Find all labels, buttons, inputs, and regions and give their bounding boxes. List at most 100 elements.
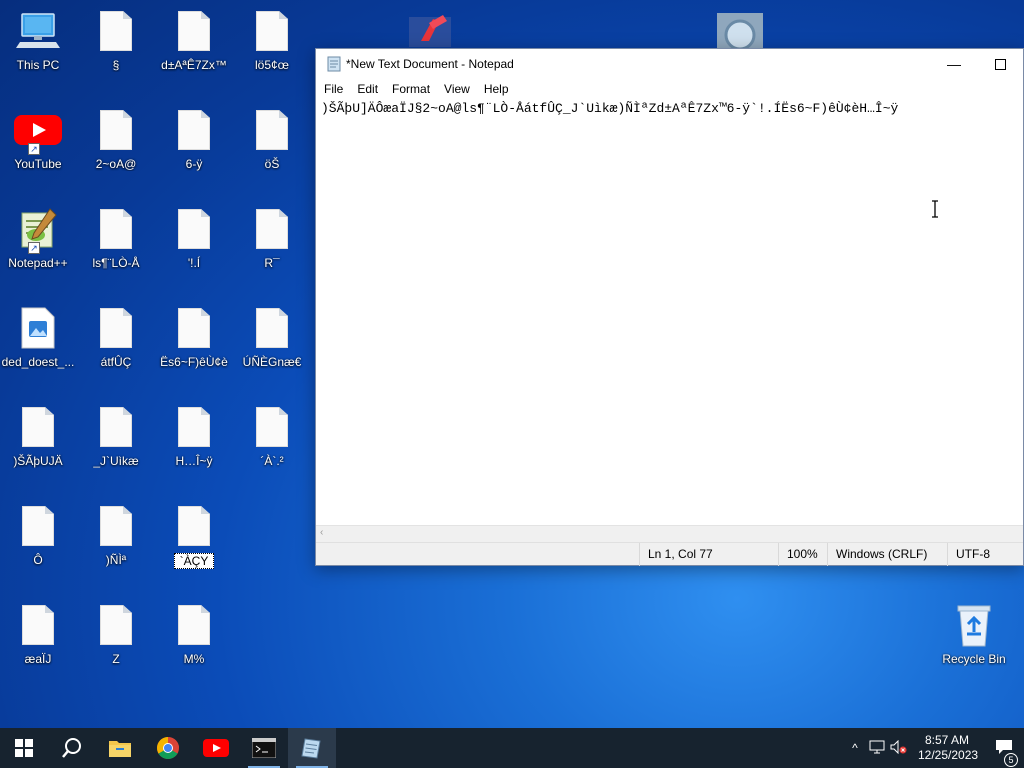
desktop-icon-notepad-plus-plus[interactable]: ↗ Notepad++	[0, 198, 76, 282]
desktop-icon-file-selected[interactable]: `ÀÇY	[156, 495, 232, 579]
shortcut-arrow-icon: ↗	[28, 143, 40, 155]
desktop-icon-file[interactable]: d±AªÊ7Zx™	[156, 0, 232, 84]
chevron-up-icon[interactable]: ^	[844, 741, 866, 755]
minimize-icon: —	[947, 56, 961, 72]
desktop-icon-file[interactable]: §	[78, 0, 154, 84]
terminal-button[interactable]	[240, 728, 288, 768]
desktop-icon-file[interactable]: 2~oA@	[78, 99, 154, 183]
file-icon	[14, 602, 62, 648]
file-explorer-button[interactable]	[96, 728, 144, 768]
menu-file[interactable]: File	[317, 82, 350, 96]
shortcut-arrow-icon: ↗	[28, 242, 40, 254]
desktop-icon-file[interactable]: Z	[78, 594, 154, 678]
desktop-icon-file[interactable]: R¯	[234, 198, 310, 282]
desktop-icon-file[interactable]: ´À`.²	[234, 396, 310, 480]
notepad-taskbar-button[interactable]	[288, 728, 336, 768]
icon-label: H…Î~ÿ	[175, 454, 213, 468]
search-button[interactable]	[48, 728, 96, 768]
start-button[interactable]	[0, 728, 48, 768]
desktop-icon-file[interactable]: _J`Uìkæ	[78, 396, 154, 480]
desktop-icon-this-pc[interactable]: This PC	[0, 0, 76, 84]
desktop-icon-file[interactable]: ÚÑÈGnæ€	[234, 297, 310, 381]
desktop-icon-file[interactable]: átfÛÇ	[78, 297, 154, 381]
icon-label: ´À`.²	[260, 454, 284, 468]
icon-label: )ŠÃþUJÄ	[13, 454, 63, 468]
icon-label: M%	[183, 652, 205, 666]
text-editor[interactable]: )ŠÃþU]ÄÔæaÏJ§2~oA@ls¶¨LÒ-ÅátfÛÇ_J`Uìkæ)Ñ…	[316, 99, 1023, 525]
notepad-icon	[326, 56, 342, 72]
maximize-icon	[994, 58, 1006, 70]
file-icon	[170, 404, 218, 450]
youtube-icon	[203, 739, 229, 757]
file-icon	[92, 8, 140, 54]
clock[interactable]: 8:57 AM 12/25/2023	[910, 733, 984, 763]
notepad-window[interactable]: *New Text Document - Notepad — File Edit…	[315, 48, 1024, 566]
volume-muted-icon[interactable]	[888, 739, 910, 757]
desktop-icon-file[interactable]: Ô	[0, 495, 76, 579]
icon-label: lö5¢œ	[254, 58, 289, 72]
icon-label: R¯	[264, 256, 280, 270]
search-icon	[62, 738, 81, 758]
youtube-taskbar-button[interactable]	[192, 728, 240, 768]
desktop-icon-file[interactable]: )ŠÃþUJÄ	[0, 396, 76, 480]
icon-label: `ÀÇY	[174, 553, 214, 569]
cursor-position: Ln 1, Col 77	[639, 543, 779, 566]
icon-label: ls¶¨LÒ-Å	[92, 256, 140, 270]
chrome-icon	[157, 737, 179, 759]
file-icon	[170, 305, 218, 351]
menu-view[interactable]: View	[437, 82, 477, 96]
recycle-bin-icon	[950, 602, 998, 648]
icon-label: §	[112, 58, 120, 72]
file-icon	[170, 602, 218, 648]
icon-label: 2~oA@	[95, 157, 137, 171]
maximize-button[interactable]	[977, 49, 1023, 79]
desktop-icon-file[interactable]: æaÏJ	[0, 594, 76, 678]
icon-label: ded_doest_...	[1, 355, 75, 369]
notepad-plus-plus-icon: ↗	[14, 206, 62, 254]
desktop-icon-image-file[interactable]: ded_doest_...	[0, 297, 76, 381]
scroll-left-icon[interactable]: ‹	[320, 527, 323, 538]
file-icon	[92, 602, 140, 648]
desktop-icon-file[interactable]: lö5¢œ	[234, 0, 310, 84]
chrome-button[interactable]	[144, 728, 192, 768]
icon-label: d±AªÊ7Zx™	[161, 58, 227, 72]
icon-label: )ÑÌª	[105, 553, 127, 567]
menu-help[interactable]: Help	[477, 82, 516, 96]
desktop-icon-file[interactable]: '!.Í	[156, 198, 232, 282]
minimize-button[interactable]: —	[931, 49, 977, 79]
title-bar[interactable]: *New Text Document - Notepad —	[316, 49, 1023, 79]
desktop-icon-file[interactable]: ls¶¨LÒ-Å	[78, 198, 154, 282]
notification-center-button[interactable]: 5	[984, 739, 1024, 767]
horizontal-scrollbar[interactable]: ‹	[316, 525, 1023, 542]
icon-label: This PC	[16, 58, 60, 72]
file-icon	[92, 305, 140, 351]
desktop-icon-file[interactable]: M%	[156, 594, 232, 678]
icon-label: átfÛÇ	[100, 355, 132, 369]
desktop-icon-file[interactable]: )ÑÌª	[78, 495, 154, 579]
status-bar: Ln 1, Col 77 100% Windows (CRLF) UTF-8	[316, 542, 1023, 566]
desktop-icon-file[interactable]: Ës6~F)êÙ¢è	[156, 297, 232, 381]
icon-label: _J`Uìkæ	[93, 454, 139, 468]
menu-edit[interactable]: Edit	[350, 82, 385, 96]
file-icon	[14, 503, 62, 549]
file-icon	[248, 404, 296, 450]
icon-label: 6-ÿ	[185, 157, 203, 171]
clock-time: 8:57 AM	[924, 733, 970, 747]
computer-icon	[14, 8, 62, 54]
desktop-icon-file[interactable]: H…Î~ÿ	[156, 396, 232, 480]
network-icon[interactable]	[866, 740, 888, 757]
menu-format[interactable]: Format	[385, 82, 437, 96]
icon-label: Notepad++	[8, 256, 68, 270]
notepad-icon	[301, 738, 321, 759]
file-icon	[248, 8, 296, 54]
file-icon	[92, 503, 140, 549]
taskbar: ^ 8:57 AM 12/25/2023 5	[0, 728, 1024, 768]
icon-label: æaÏJ	[24, 652, 52, 666]
file-icon	[14, 404, 62, 450]
desktop-icon-youtube[interactable]: ↗ YouTube	[0, 99, 76, 183]
terminal-icon	[252, 738, 276, 758]
file-icon	[92, 206, 140, 252]
desktop-icon-file[interactable]: öŠ	[234, 99, 310, 183]
desktop-icon-file[interactable]: 6-ÿ	[156, 99, 232, 183]
desktop-icon-recycle-bin[interactable]: Recycle Bin	[936, 594, 1012, 678]
